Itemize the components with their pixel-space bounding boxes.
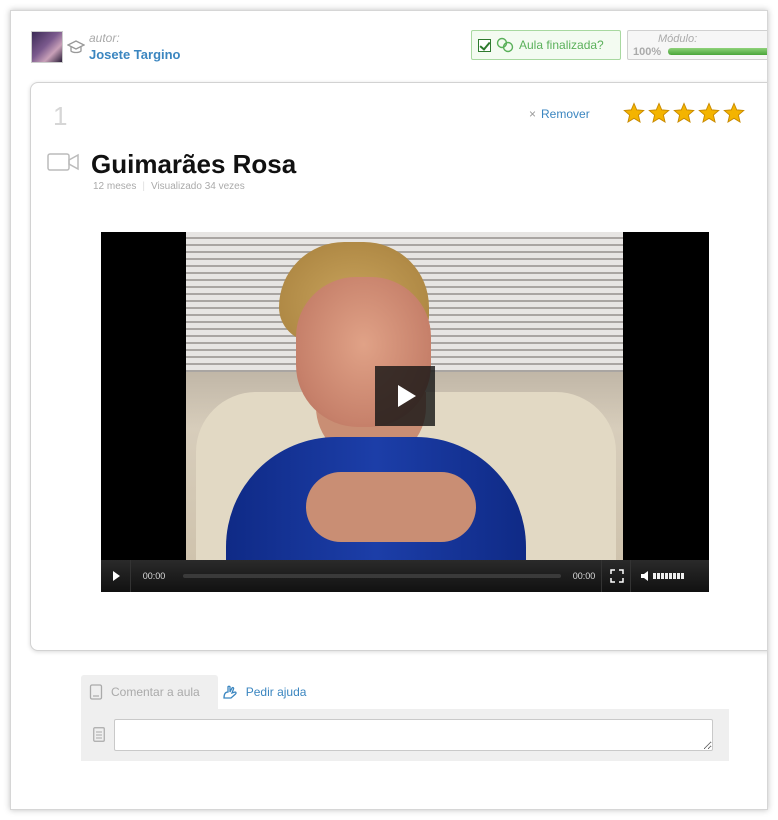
lesson-title: Guimarães Rosa	[91, 149, 297, 179]
graduation-cap-icon	[67, 40, 85, 54]
author-label: autor:	[89, 31, 120, 45]
author-name-link[interactable]: Josete Targino	[89, 47, 181, 62]
video-person-hands	[306, 472, 476, 542]
volume-control[interactable]	[631, 560, 709, 592]
lesson-meta: 12 meses | Visualizado 34 vezes	[93, 181, 245, 192]
fullscreen-button[interactable]	[601, 560, 631, 592]
speaker-icon	[641, 571, 648, 581]
tab-ask-help-label: Pedir ajuda	[245, 685, 307, 699]
star-icon[interactable]	[723, 102, 745, 124]
lesson-age: 12 meses	[93, 181, 137, 192]
document-icon	[89, 684, 103, 700]
checkbox-checked-icon[interactable]	[478, 38, 491, 52]
duration: 00:00	[572, 571, 596, 581]
close-icon: ×	[529, 107, 537, 121]
tab-comment[interactable]: Comentar a aula	[81, 675, 218, 709]
remove-label: Remover	[541, 107, 590, 121]
current-time: 00:00	[142, 571, 166, 581]
module-label: Módulo:	[658, 33, 698, 45]
remove-lesson-link[interactable]: × Remover	[529, 107, 590, 121]
tab-ask-help[interactable]: Pedir ajuda	[218, 675, 325, 709]
star-icon[interactable]	[648, 102, 670, 124]
page-frame: autor: Josete Targino Aula finalizada? M…	[10, 10, 768, 810]
note-icon	[93, 727, 105, 742]
big-play-button[interactable]	[375, 366, 435, 426]
meta-separator: |	[142, 181, 145, 192]
module-progress-bar	[668, 48, 767, 55]
rating-stars[interactable]	[623, 102, 745, 124]
video-player[interactable]: 00:00 00:00	[101, 232, 709, 592]
lesson-finished-toggle[interactable]: Aula finalizada?	[471, 30, 621, 60]
seek-bar[interactable]	[183, 574, 561, 578]
star-icon[interactable]	[623, 102, 645, 124]
volume-level	[653, 573, 684, 579]
module-progress-percent: 100%	[633, 46, 662, 58]
comment-input[interactable]	[114, 719, 713, 751]
raised-hand-icon	[223, 685, 237, 699]
fullscreen-icon	[610, 569, 624, 583]
comment-tabs: Comentar a aula Pedir ajuda	[81, 675, 324, 709]
player-controls: 00:00 00:00	[101, 560, 709, 592]
comment-panel	[81, 709, 729, 761]
video-camera-icon	[47, 153, 79, 171]
author-avatar[interactable]	[31, 31, 63, 63]
module-progress-fill	[668, 48, 767, 55]
play-button[interactable]	[101, 560, 131, 592]
lesson-finished-label: Aula finalizada?	[519, 38, 604, 52]
module-progress: Módulo: 100%	[627, 30, 767, 60]
star-icon[interactable]	[698, 102, 720, 124]
star-icon[interactable]	[673, 102, 695, 124]
lesson-number: 1	[53, 101, 68, 131]
lesson-card: 1 × Remover Guimarães Rosa 12 meses | Vi…	[30, 82, 767, 651]
tab-comment-label: Comentar a aula	[111, 685, 200, 699]
lesson-views: Visualizado 34 vezes	[150, 181, 245, 192]
lesson-complete-icon	[496, 37, 514, 53]
